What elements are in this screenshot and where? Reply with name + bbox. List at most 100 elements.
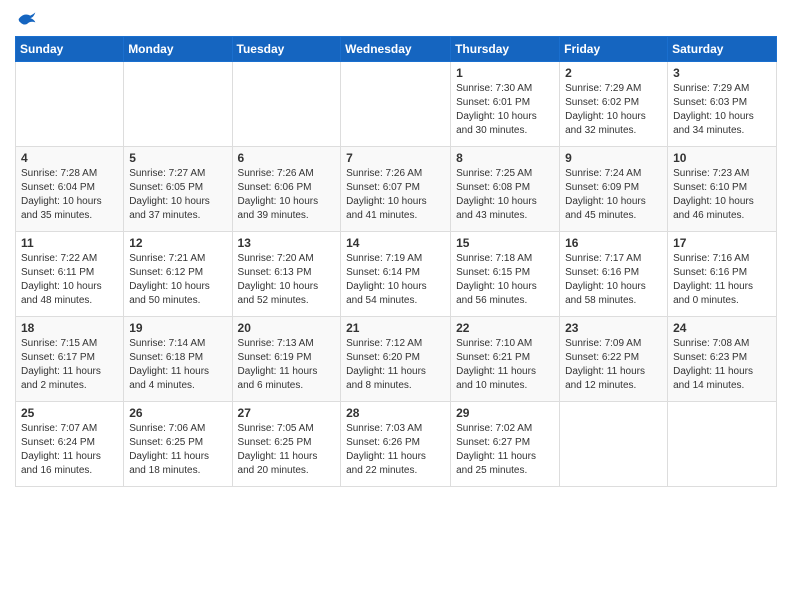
calendar-cell: 19 Sunrise: 7:14 AM Sunset: 6:18 PM Dayli… <box>124 317 232 402</box>
day-number: 8 <box>456 151 554 165</box>
day-number: 2 <box>565 66 662 80</box>
day-number: 12 <box>129 236 226 250</box>
day-info: Sunrise: 7:02 AM Sunset: 6:27 PM Dayligh… <box>456 422 554 478</box>
day-info: Sunrise: 7:27 AM Sunset: 6:05 PM Dayligh… <box>129 167 226 223</box>
day-number: 1 <box>456 66 554 80</box>
calendar-cell: 11 Sunrise: 7:22 AM Sunset: 6:11 PM Dayli… <box>16 232 124 317</box>
day-number: 14 <box>346 236 445 250</box>
day-number: 18 <box>21 321 118 335</box>
calendar-cell <box>16 62 124 147</box>
day-number: 9 <box>565 151 662 165</box>
calendar-cell: 26 Sunrise: 7:06 AM Sunset: 6:25 PM Dayli… <box>124 402 232 487</box>
day-info: Sunrise: 7:18 AM Sunset: 6:15 PM Dayligh… <box>456 252 554 308</box>
calendar-cell: 4 Sunrise: 7:28 AM Sunset: 6:04 PM Daylig… <box>16 147 124 232</box>
day-info: Sunrise: 7:29 AM Sunset: 6:03 PM Dayligh… <box>673 82 771 138</box>
day-number: 17 <box>673 236 771 250</box>
day-info: Sunrise: 7:05 AM Sunset: 6:25 PM Dayligh… <box>238 422 336 478</box>
calendar-week-row: 25 Sunrise: 7:07 AM Sunset: 6:24 PM Dayli… <box>16 402 777 487</box>
calendar-cell: 14 Sunrise: 7:19 AM Sunset: 6:14 PM Dayli… <box>341 232 451 317</box>
day-info: Sunrise: 7:28 AM Sunset: 6:04 PM Dayligh… <box>21 167 118 223</box>
day-number: 6 <box>238 151 336 165</box>
day-info: Sunrise: 7:19 AM Sunset: 6:14 PM Dayligh… <box>346 252 445 308</box>
day-number: 27 <box>238 406 336 420</box>
weekday-header-wednesday: Wednesday <box>341 37 451 62</box>
calendar-cell: 23 Sunrise: 7:09 AM Sunset: 6:22 PM Dayli… <box>560 317 668 402</box>
calendar-cell: 8 Sunrise: 7:25 AM Sunset: 6:08 PM Daylig… <box>451 147 560 232</box>
day-number: 10 <box>673 151 771 165</box>
calendar-cell: 2 Sunrise: 7:29 AM Sunset: 6:02 PM Daylig… <box>560 62 668 147</box>
day-info: Sunrise: 7:17 AM Sunset: 6:16 PM Dayligh… <box>565 252 662 308</box>
day-number: 16 <box>565 236 662 250</box>
calendar-cell <box>232 62 341 147</box>
calendar-cell: 21 Sunrise: 7:12 AM Sunset: 6:20 PM Dayli… <box>341 317 451 402</box>
day-info: Sunrise: 7:25 AM Sunset: 6:08 PM Dayligh… <box>456 167 554 223</box>
day-number: 21 <box>346 321 445 335</box>
day-info: Sunrise: 7:09 AM Sunset: 6:22 PM Dayligh… <box>565 337 662 393</box>
day-info: Sunrise: 7:21 AM Sunset: 6:12 PM Dayligh… <box>129 252 226 308</box>
weekday-header-monday: Monday <box>124 37 232 62</box>
day-info: Sunrise: 7:12 AM Sunset: 6:20 PM Dayligh… <box>346 337 445 393</box>
day-info: Sunrise: 7:24 AM Sunset: 6:09 PM Dayligh… <box>565 167 662 223</box>
calendar-cell: 16 Sunrise: 7:17 AM Sunset: 6:16 PM Dayli… <box>560 232 668 317</box>
day-number: 26 <box>129 406 226 420</box>
day-info: Sunrise: 7:30 AM Sunset: 6:01 PM Dayligh… <box>456 82 554 138</box>
calendar-cell: 18 Sunrise: 7:15 AM Sunset: 6:17 PM Dayli… <box>16 317 124 402</box>
calendar-cell <box>124 62 232 147</box>
day-number: 23 <box>565 321 662 335</box>
calendar-week-row: 11 Sunrise: 7:22 AM Sunset: 6:11 PM Dayli… <box>16 232 777 317</box>
day-info: Sunrise: 7:26 AM Sunset: 6:06 PM Dayligh… <box>238 167 336 223</box>
day-info: Sunrise: 7:20 AM Sunset: 6:13 PM Dayligh… <box>238 252 336 308</box>
calendar-cell: 17Sunrise: 7:16 AM Sunset: 6:16 PM Dayli… <box>668 232 777 317</box>
day-number: 29 <box>456 406 554 420</box>
calendar-cell: 3 Sunrise: 7:29 AM Sunset: 6:03 PM Daylig… <box>668 62 777 147</box>
calendar-cell: 10 Sunrise: 7:23 AM Sunset: 6:10 PM Dayli… <box>668 147 777 232</box>
calendar-week-row: 4 Sunrise: 7:28 AM Sunset: 6:04 PM Daylig… <box>16 147 777 232</box>
calendar-cell: 6 Sunrise: 7:26 AM Sunset: 6:06 PM Daylig… <box>232 147 341 232</box>
weekday-header-row: SundayMondayTuesdayWednesdayThursdayFrid… <box>16 37 777 62</box>
day-info: Sunrise: 7:15 AM Sunset: 6:17 PM Dayligh… <box>21 337 118 393</box>
day-number: 7 <box>346 151 445 165</box>
day-info: Sunrise: 7:23 AM Sunset: 6:10 PM Dayligh… <box>673 167 771 223</box>
day-info: Sunrise: 7:06 AM Sunset: 6:25 PM Dayligh… <box>129 422 226 478</box>
day-number: 3 <box>673 66 771 80</box>
calendar-cell: 7 Sunrise: 7:26 AM Sunset: 6:07 PM Daylig… <box>341 147 451 232</box>
calendar-cell <box>341 62 451 147</box>
day-info: Sunrise: 7:22 AM Sunset: 6:11 PM Dayligh… <box>21 252 118 308</box>
day-number: 15 <box>456 236 554 250</box>
calendar-cell: 29 Sunrise: 7:02 AM Sunset: 6:27 PM Dayli… <box>451 402 560 487</box>
calendar-table: SundayMondayTuesdayWednesdayThursdayFrid… <box>15 36 777 487</box>
day-info: Sunrise: 7:14 AM Sunset: 6:18 PM Dayligh… <box>129 337 226 393</box>
day-number: 24 <box>673 321 771 335</box>
day-number: 11 <box>21 236 118 250</box>
day-number: 25 <box>21 406 118 420</box>
calendar-cell: 15 Sunrise: 7:18 AM Sunset: 6:15 PM Dayli… <box>451 232 560 317</box>
day-info: Sunrise: 7:29 AM Sunset: 6:02 PM Dayligh… <box>565 82 662 138</box>
page-header <box>15 10 777 28</box>
weekday-header-thursday: Thursday <box>451 37 560 62</box>
day-info: Sunrise: 7:26 AM Sunset: 6:07 PM Dayligh… <box>346 167 445 223</box>
calendar-cell: 25 Sunrise: 7:07 AM Sunset: 6:24 PM Dayli… <box>16 402 124 487</box>
day-number: 19 <box>129 321 226 335</box>
day-info: Sunrise: 7:13 AM Sunset: 6:19 PM Dayligh… <box>238 337 336 393</box>
weekday-header-saturday: Saturday <box>668 37 777 62</box>
weekday-header-friday: Friday <box>560 37 668 62</box>
day-number: 28 <box>346 406 445 420</box>
day-number: 13 <box>238 236 336 250</box>
day-number: 4 <box>21 151 118 165</box>
calendar-cell: 12 Sunrise: 7:21 AM Sunset: 6:12 PM Dayli… <box>124 232 232 317</box>
calendar-cell: 27 Sunrise: 7:05 AM Sunset: 6:25 PM Dayli… <box>232 402 341 487</box>
day-info: Sunrise: 7:10 AM Sunset: 6:21 PM Dayligh… <box>456 337 554 393</box>
day-number: 22 <box>456 321 554 335</box>
weekday-header-sunday: Sunday <box>16 37 124 62</box>
calendar-cell: 28Sunrise: 7:03 AM Sunset: 6:26 PM Dayli… <box>341 402 451 487</box>
calendar-cell: 20 Sunrise: 7:13 AM Sunset: 6:19 PM Dayli… <box>232 317 341 402</box>
day-number: 5 <box>129 151 226 165</box>
logo <box>15 10 37 28</box>
day-number: 20 <box>238 321 336 335</box>
calendar-cell: 1 Sunrise: 7:30 AM Sunset: 6:01 PM Daylig… <box>451 62 560 147</box>
calendar-week-row: 1 Sunrise: 7:30 AM Sunset: 6:01 PM Daylig… <box>16 62 777 147</box>
calendar-cell: 24 Sunrise: 7:08 AM Sunset: 6:23 PM Dayli… <box>668 317 777 402</box>
day-info: Sunrise: 7:07 AM Sunset: 6:24 PM Dayligh… <box>21 422 118 478</box>
calendar-cell: 22 Sunrise: 7:10 AM Sunset: 6:21 PM Dayli… <box>451 317 560 402</box>
day-info: Sunrise: 7:08 AM Sunset: 6:23 PM Dayligh… <box>673 337 771 393</box>
